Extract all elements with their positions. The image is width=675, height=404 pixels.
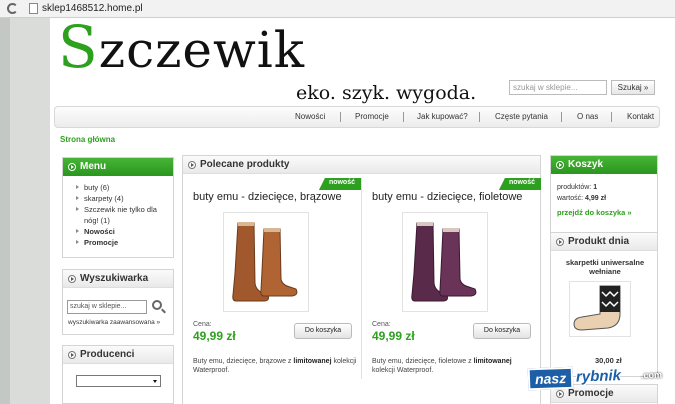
nav-separator xyxy=(479,112,480,122)
desc-bold: limitowanej xyxy=(473,358,512,365)
product-image[interactable] xyxy=(402,212,488,312)
product-price: 49,99 zł xyxy=(372,329,415,343)
new-badge: nowość xyxy=(318,178,361,190)
cart-value-label: wartość: xyxy=(557,195,584,202)
cart-title: Koszyk xyxy=(568,159,604,170)
menu-list: buty (6) skarpety (4) Szczewik nie tylko… xyxy=(63,176,173,248)
menu-item-skarpety[interactable]: skarpety (4) xyxy=(76,193,168,204)
cart-box: Koszyk produktów: 1 wartość: 4,99 zł prz… xyxy=(550,155,658,243)
cart-box-header: Koszyk xyxy=(551,156,657,174)
featured-title: Polecane produkty xyxy=(200,159,290,170)
advanced-search-link[interactable]: wyszukiwarka zaawansowana » xyxy=(68,319,160,326)
page-icon xyxy=(29,3,38,14)
go-to-cart-link[interactable]: przejdź do koszyka » xyxy=(557,208,632,217)
cart-products-count: produktów: 1 xyxy=(557,184,597,191)
nav-separator xyxy=(561,112,562,122)
arrow-circle-icon xyxy=(68,351,76,359)
menu-title: Menu xyxy=(80,161,107,172)
reload-icon[interactable] xyxy=(7,3,18,14)
menu-item-szczewik-nie-tylko[interactable]: Szczewik nie tylko dla nóg! (1) xyxy=(76,204,168,226)
product-card[interactable]: nowość buty emu - dziecięce, fioletowe C… xyxy=(362,178,541,379)
sock-image xyxy=(573,285,621,331)
finder-title: Wyszukiwarka xyxy=(80,273,149,284)
product-description: Buty emu, dziecięce, fioletowe z limitow… xyxy=(372,357,536,375)
logo-rest: zczewik xyxy=(98,21,306,79)
finder-box: Wyszukiwarka szukaj w sklepie... wyszuki… xyxy=(62,269,174,335)
arrow-circle-icon xyxy=(188,161,196,169)
day-product-box: Produkt dnia skarpetki uniwersalne wełni… xyxy=(550,232,658,377)
add-to-cart-button[interactable]: Do koszyka xyxy=(473,323,531,339)
finder-box-header: Wyszukiwarka xyxy=(63,270,173,288)
boot-image-purple xyxy=(411,222,477,302)
day-product-header: Produkt dnia xyxy=(551,233,657,251)
featured-box-header: Polecane produkty xyxy=(183,156,540,174)
nav-item-jak-kupowac[interactable]: Jak kupować? xyxy=(417,112,468,121)
search-button[interactable]: Szukaj » xyxy=(611,80,655,95)
boot-image-brown xyxy=(232,222,298,302)
day-product-title: Produkt dnia xyxy=(568,236,630,247)
cart-products-value: 1 xyxy=(593,184,598,191)
desc-bold: limitowanej xyxy=(293,358,332,365)
product-description: Buty emu, dziecięce, brązowe z limitowan… xyxy=(193,357,357,375)
price-label: Cena: xyxy=(193,321,212,328)
cart-value: wartość: 4,99 zł xyxy=(557,195,606,202)
watermark-part2: rybnik xyxy=(575,367,622,386)
producers-select[interactable] xyxy=(76,375,161,387)
logo-initial: S xyxy=(58,13,99,81)
product-image[interactable] xyxy=(223,212,309,312)
featured-products-box: Polecane produkty nowość buty emu - dzie… xyxy=(182,155,541,404)
product-price: 49,99 zł xyxy=(193,329,236,343)
producers-box: Producenci xyxy=(62,345,174,404)
nav-item-promocje[interactable]: Promocje xyxy=(355,112,389,121)
nav-item-nowosci[interactable]: Nowości xyxy=(295,112,325,121)
arrow-circle-icon xyxy=(556,161,564,169)
watermark-part1: nasz xyxy=(527,366,574,391)
shop-logo[interactable]: Szczewik xyxy=(58,18,305,79)
product-title[interactable]: buty emu - dziecięce, fioletowe xyxy=(372,191,522,203)
browser-address-bar: sklep1468512.home.pl xyxy=(0,0,675,18)
arrow-circle-icon xyxy=(556,238,564,246)
arrow-circle-icon xyxy=(68,275,76,283)
menu-item-nowosci[interactable]: Nowości xyxy=(76,226,168,237)
menu-box: Menu buty (6) skarpety (4) Szczewik nie … xyxy=(62,157,174,258)
arrow-circle-icon xyxy=(556,390,564,398)
promo-title: Promocje xyxy=(568,388,614,399)
finder-search-input[interactable]: szukaj w sklepie... xyxy=(67,300,147,314)
search-input[interactable]: szukaj w sklepie... xyxy=(509,80,607,95)
nav-separator xyxy=(403,112,404,122)
main-nav: Nowości Promocje Jak kupować? Częste pyt… xyxy=(54,106,660,128)
cart-value-amount: 4,99 zł xyxy=(585,195,607,202)
new-badge: nowość xyxy=(498,178,541,190)
breadcrumb[interactable]: Strona główna xyxy=(60,135,115,144)
nav-separator xyxy=(611,112,612,122)
desc-text: Buty emu, dziecięce, brązowe z xyxy=(193,358,294,365)
search-icon[interactable] xyxy=(152,300,162,310)
menu-item-promocje[interactable]: Promocje xyxy=(76,237,168,248)
tagline: eko. szyk. wygoda. xyxy=(296,82,477,104)
desc-text: kolekcji Waterproof. xyxy=(372,367,434,374)
chevron-down-icon xyxy=(153,380,157,383)
price-label: Cena: xyxy=(372,321,391,328)
cart-products-label: produktów: xyxy=(557,184,592,191)
product-card[interactable]: nowość buty emu - dziecięce, brązowe Cen… xyxy=(183,178,362,379)
arrow-circle-icon xyxy=(68,163,76,171)
producers-box-header: Producenci xyxy=(63,346,173,364)
nav-separator xyxy=(340,112,341,122)
menu-item-buty[interactable]: buty (6) xyxy=(76,182,168,193)
day-product-name[interactable]: skarpetki uniwersalne wełniane xyxy=(557,258,653,276)
nav-item-czeste-pytania[interactable]: Częste pytania xyxy=(495,112,548,121)
watermark-part3: .com xyxy=(640,369,663,381)
producers-title: Producenci xyxy=(80,349,135,360)
nav-item-kontakt[interactable]: Kontakt xyxy=(627,112,654,121)
nav-item-o-nas[interactable]: O nas xyxy=(577,112,598,121)
left-scroll-strip xyxy=(0,18,10,404)
day-product-price: 30,00 zł xyxy=(595,356,622,365)
menu-box-header: Menu xyxy=(63,158,173,176)
shop-page: Szczewik eko. szyk. wygoda. szukaj w skl… xyxy=(50,18,675,404)
desc-text: Buty emu, dziecięce, fioletowe z xyxy=(372,358,474,365)
product-title[interactable]: buty emu - dziecięce, brązowe xyxy=(193,191,342,203)
day-product-image[interactable] xyxy=(569,281,631,337)
watermark-logo: nasz rybnik .com xyxy=(527,364,663,391)
add-to-cart-button[interactable]: Do koszyka xyxy=(294,323,352,339)
